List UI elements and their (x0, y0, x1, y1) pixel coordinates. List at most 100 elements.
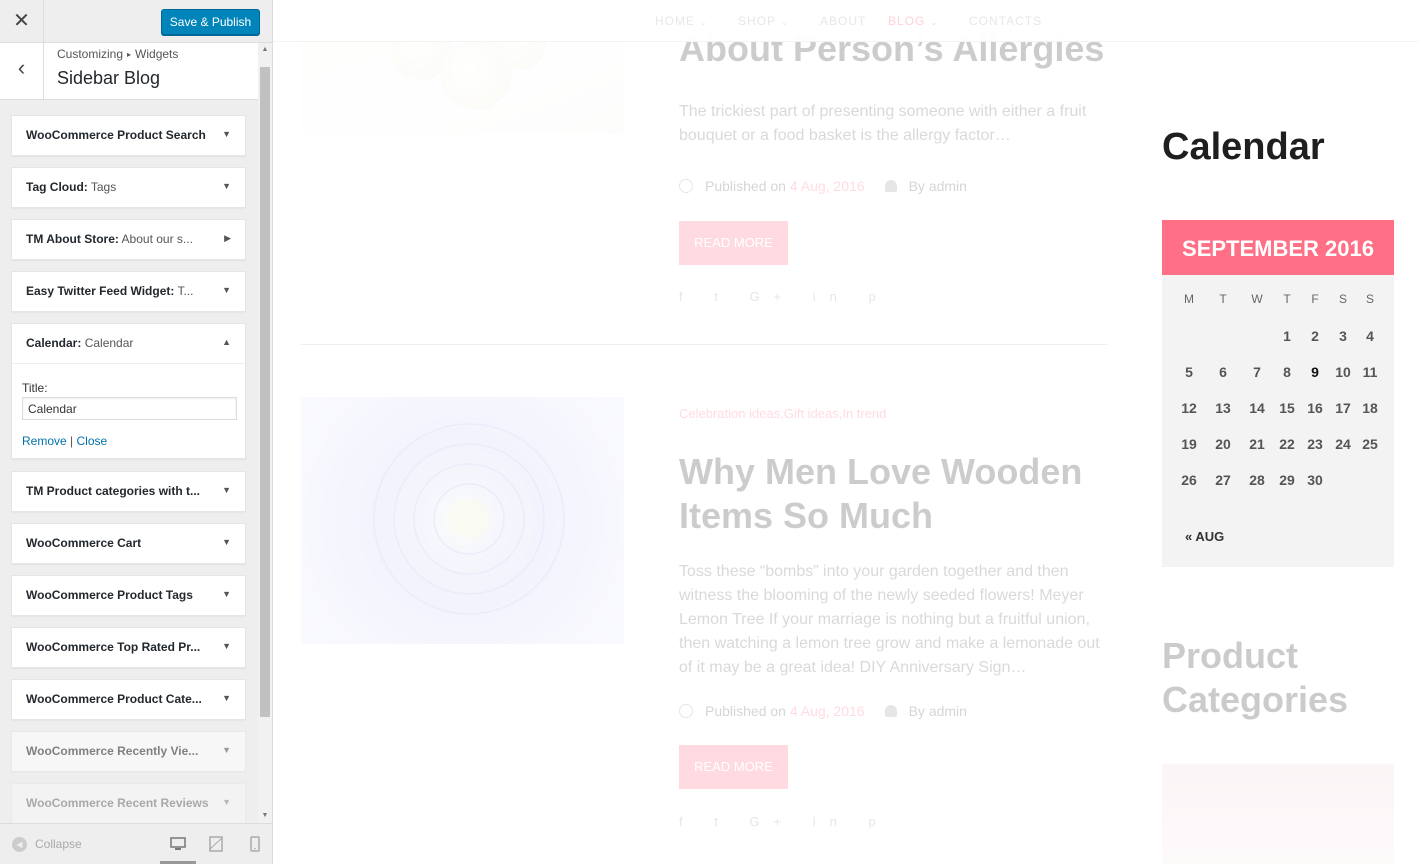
widget-woocommerce-product-tags[interactable]: WooCommerce Product Tags ▼ (11, 575, 246, 616)
title-field[interactable] (22, 397, 237, 420)
calendar-day: 2 (1311, 328, 1319, 344)
widget-actions: Remove | Close (22, 434, 107, 448)
calendar-day: 16 (1307, 400, 1323, 416)
nav-shop[interactable]: SHOP ⌄ (738, 14, 789, 28)
calendar-day: 26 (1181, 472, 1197, 488)
expand-arrow-icon[interactable]: ▼ (222, 745, 231, 755)
expand-arrow-icon[interactable]: ▼ (222, 797, 231, 807)
chevron-down-icon: ⌄ (700, 18, 708, 27)
widget-woocommerce-top-rated[interactable]: WooCommerce Top Rated Pr... ▼ (11, 627, 246, 668)
expand-arrow-icon[interactable]: ▼ (222, 641, 231, 651)
close-link[interactable]: Close (76, 434, 107, 448)
widget-title: WooCommerce Product Cate... (26, 692, 211, 706)
remove-link[interactable]: Remove (22, 434, 67, 448)
tablet-preview-icon[interactable] (208, 836, 224, 852)
calendar-day: 13 (1215, 400, 1231, 416)
widget-tag-cloud[interactable]: Tag Cloud: Tags ▼ (11, 167, 246, 208)
close-customizer-button[interactable]: ✕ (0, 0, 44, 43)
share-icons[interactable]: f t G+ in p (679, 289, 890, 304)
breadcrumb-widgets: Widgets (135, 47, 179, 61)
calendar-month-caption: SEPTEMBER 2016 (1162, 220, 1394, 275)
expand-arrow-icon[interactable]: ▼ (222, 181, 231, 191)
back-button[interactable]: ‹ (0, 43, 44, 99)
post-date[interactable]: 4 Aug, 2016 (790, 703, 865, 719)
author-label[interactable]: By admin (909, 703, 967, 719)
widget-tm-product-categories[interactable]: TM Product categories with t... ▼ (11, 471, 246, 512)
widget-title: TM Product categories with t... (26, 484, 211, 498)
post-2-image[interactable] (301, 397, 624, 644)
scrollbar-thumb[interactable] (260, 67, 270, 717)
widget-woocommerce-product-search[interactable]: WooCommerce Product Search ▼ (11, 115, 246, 156)
widget-name: TM About Store: (26, 232, 119, 246)
calendar-week-row: 19 20 21 22 23 24 25 (1172, 436, 1386, 472)
product-category-image[interactable] (1162, 764, 1394, 864)
nav-label: SHOP (738, 14, 777, 28)
read-more-button[interactable]: READ MORE (679, 745, 788, 789)
widget-woocommerce-product-categories[interactable]: WooCommerce Product Cate... ▼ (11, 679, 246, 720)
widget-title: WooCommerce Top Rated Pr... (26, 640, 211, 654)
widget-title: TM About Store: About our s... (26, 232, 211, 246)
calendar-day: 10 (1335, 364, 1351, 380)
expand-arrow-icon[interactable]: ▼ (222, 129, 231, 139)
share-icons[interactable]: f t G+ in p (679, 814, 890, 829)
widget-name: WooCommerce Recent Reviews (26, 796, 209, 810)
post-1-excerpt: The trickiest part of presenting someone… (679, 103, 1087, 144)
calendar-prev-month-link[interactable]: « AUG (1185, 529, 1224, 544)
calendar-day: 17 (1335, 400, 1351, 416)
clock-icon (679, 179, 693, 193)
post-date[interactable]: 4 Aug, 2016 (790, 178, 865, 194)
nav-contacts[interactable]: CONTACTS (969, 14, 1042, 28)
save-publish-button[interactable]: Save & Publish (161, 9, 260, 35)
scroll-up-icon[interactable]: ▲ (258, 43, 272, 57)
expand-arrow-icon[interactable]: ▼ (222, 693, 231, 703)
calendar-day: 30 (1307, 472, 1323, 488)
calendar-widget: SEPTEMBER 2016 M T W T F S S 1 2 3 4 5 6 7 8 9 10 11 12 13 1… (1162, 220, 1394, 567)
widget-easy-twitter-feed[interactable]: Easy Twitter Feed Widget: T... ▼ (11, 271, 246, 312)
calendar-weekday: W (1251, 292, 1263, 306)
section-title: Sidebar Blog (57, 68, 161, 88)
widget-title: WooCommerce Product Tags (26, 588, 211, 602)
calendar-widget-title: Calendar (1162, 126, 1325, 168)
panel-scrollbar[interactable]: ▲ ▼ (258, 43, 272, 823)
widget-name: WooCommerce Product Search (26, 128, 206, 142)
collapse-label: Collapse (35, 837, 82, 851)
published-label: Published on (705, 178, 790, 194)
calendar-day: 5 (1185, 364, 1193, 380)
expand-arrow-icon[interactable]: ▼ (222, 285, 231, 295)
desktop-preview-icon[interactable] (170, 836, 186, 852)
widget-calendar-header[interactable]: Calendar: Calendar ▲ (12, 324, 245, 364)
mobile-preview-icon[interactable] (247, 836, 263, 852)
nav-about[interactable]: ABOUT (820, 14, 866, 28)
scroll-down-icon[interactable]: ▼ (258, 809, 272, 823)
customizer-panel: ✕ Save & Publish ‹ Customizing ▸ Widgets S… (0, 0, 273, 864)
widget-name: Tag Cloud: (26, 180, 88, 194)
widget-woocommerce-cart[interactable]: WooCommerce Cart ▼ (11, 523, 246, 564)
widget-subtitle: Calendar (81, 336, 134, 350)
calendar-day: 29 (1279, 472, 1295, 488)
calendar-day: 28 (1249, 472, 1265, 488)
calendar-weekday: T (1283, 292, 1291, 306)
widget-title: Easy Twitter Feed Widget: T... (26, 284, 211, 298)
post-2-categories[interactable]: Celebration ideas,Gift ideas,In trend (679, 406, 886, 421)
read-more-button[interactable]: READ MORE (679, 221, 788, 265)
calendar-day: 7 (1253, 364, 1261, 380)
expand-arrow-icon[interactable]: ▼ (222, 485, 231, 495)
nav-home[interactable]: HOME ⌄ (655, 14, 708, 28)
collapse-button[interactable]: ◀ Collapse (12, 837, 82, 853)
calendar-day: 23 (1307, 436, 1323, 452)
widget-woocommerce-recent-reviews[interactable]: WooCommerce Recent Reviews ▼ (11, 783, 246, 824)
nav-blog[interactable]: BLOG ⌄ (888, 14, 938, 28)
calendar-day: 14 (1249, 400, 1265, 416)
widget-woocommerce-recently-viewed[interactable]: WooCommerce Recently Vie... ▼ (11, 731, 246, 772)
author-label[interactable]: By admin (909, 178, 967, 194)
expand-arrow-icon[interactable]: ▼ (222, 589, 231, 599)
widget-subtitle: T... (174, 284, 194, 298)
post-2-meta: Published on 4 Aug, 2016 By admin (679, 703, 967, 719)
expand-arrow-icon[interactable]: ▼ (222, 537, 231, 547)
widget-subtitle: Tags (87, 180, 117, 194)
collapse-arrow-icon[interactable]: ▲ (222, 337, 231, 347)
widget-tm-about-store[interactable]: TM About Store: About our s... ▶ (11, 219, 246, 260)
expand-arrow-icon[interactable]: ▶ (224, 233, 231, 244)
post-2-title[interactable]: Why Men Love Wooden Items So Much (679, 450, 1099, 538)
site-navigation: HOME ⌄ SHOP ⌄ ABOUT BLOG ⌄ CONTACTS (273, 0, 1418, 42)
